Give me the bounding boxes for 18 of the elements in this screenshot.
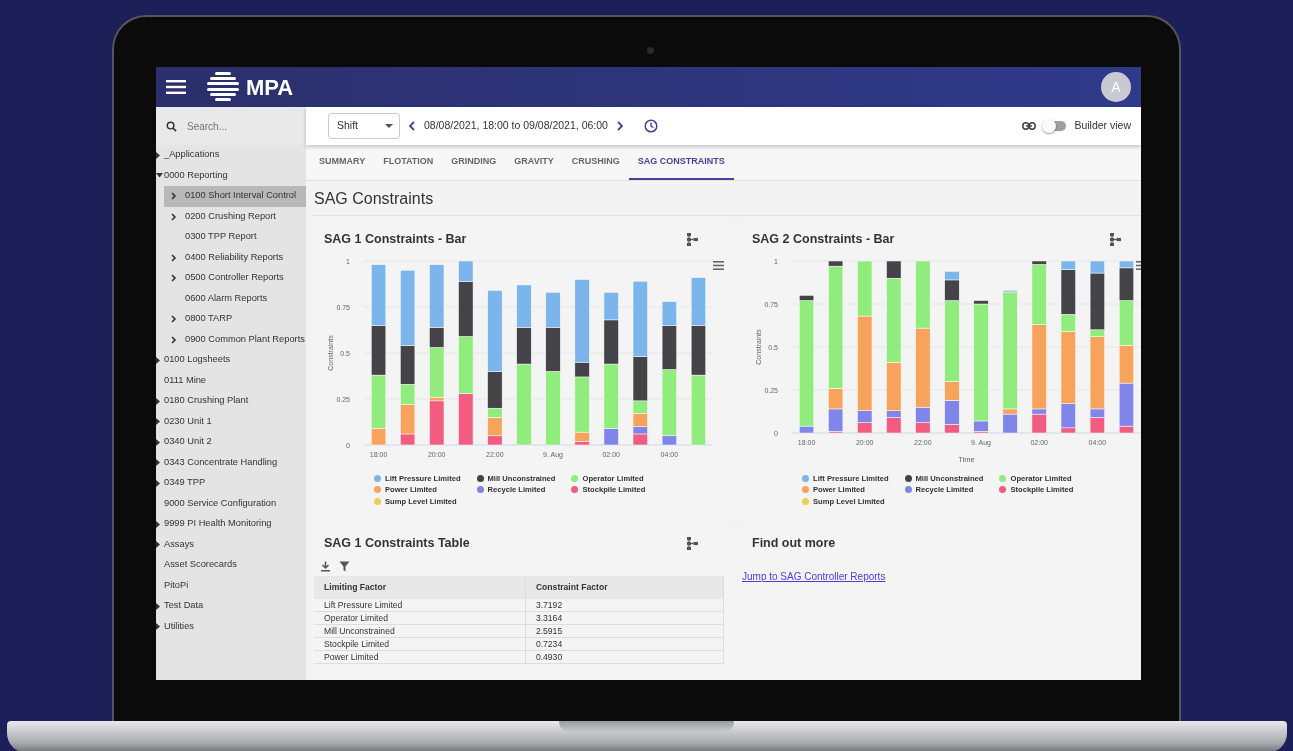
table-cell: 0.4930	[525, 650, 724, 664]
card-title: SAG 1 Constraints - Bar	[324, 231, 467, 248]
table-cell: Power Limited	[314, 650, 526, 664]
card-title: SAG 1 Constraints Table	[324, 535, 470, 552]
card-title: SAG 2 Constraints - Bar	[752, 231, 895, 248]
table-cell: 2.5915	[525, 624, 724, 638]
page-title: SAG Constraints	[312, 185, 1141, 216]
logo-text: MPA	[246, 73, 294, 102]
toggle-label: Builder view	[1074, 118, 1131, 134]
table-cell: 0.7234	[525, 637, 724, 651]
table-cell: Stockpile Limited	[314, 637, 526, 651]
table-cell: Mill Unconstrained	[314, 624, 526, 638]
table-cell: Lift Pressure Limited	[314, 598, 526, 612]
table-cell: 3.3164	[525, 611, 724, 625]
date-range: 08/08/2021, 18:00 to 09/08/2021, 06:00	[424, 118, 608, 134]
card-title: Find out more	[752, 535, 837, 552]
table-cell: Operator Limited	[314, 611, 526, 625]
table-cell: 3.7192	[525, 598, 724, 612]
